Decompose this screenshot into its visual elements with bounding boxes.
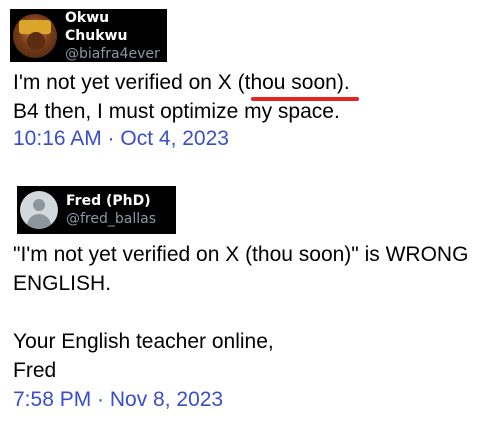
avatar-head-shape [33,199,45,211]
tweet2-line3: Your English teacher online, [13,330,274,353]
tweet2-body: "I'm not yet verified on X (thou soon)" … [13,240,498,385]
red-underline-annotation [251,97,359,101]
tweet2-blank-line [13,298,498,327]
default-avatar-icon[interactable] [20,191,58,229]
tweet2-timestamp[interactable]: 7:58 PM · Nov 8, 2023 [13,386,223,414]
profile-photo-avatar[interactable] [13,13,57,58]
tweet2-handle[interactable]: @fred_ballas [66,210,156,228]
tweet2-line4: Fred [13,359,57,382]
tweet2-line1: "I'm not yet verified on X (thou soon)" … [13,243,469,266]
tweet2-author-header[interactable]: Fred (PhD) @fred_ballas [17,186,176,234]
tweet2-display-name[interactable]: Fred (PhD) [66,192,156,210]
tweet1-handle[interactable]: @biafra4ever [65,45,167,63]
tweet1-line1: I'm not yet verified on X (thou soon). [13,71,350,94]
avatar-body-shape [27,214,51,229]
avatar-face [27,31,45,50]
tweet1-author-names: Okwu Chukwu @biafra4ever [65,9,167,63]
tweet1-display-name[interactable]: Okwu Chukwu [65,9,167,45]
tweet1-line2: B4 then, I must optimize my space. [13,100,340,123]
tweet2-line2: ENGLISH. [13,272,112,295]
tweet1-timestamp[interactable]: 10:16 AM · Oct 4, 2023 [13,125,229,153]
tweet2-author-names: Fred (PhD) @fred_ballas [66,192,156,228]
tweet1-author-header[interactable]: Okwu Chukwu @biafra4ever [10,9,167,62]
